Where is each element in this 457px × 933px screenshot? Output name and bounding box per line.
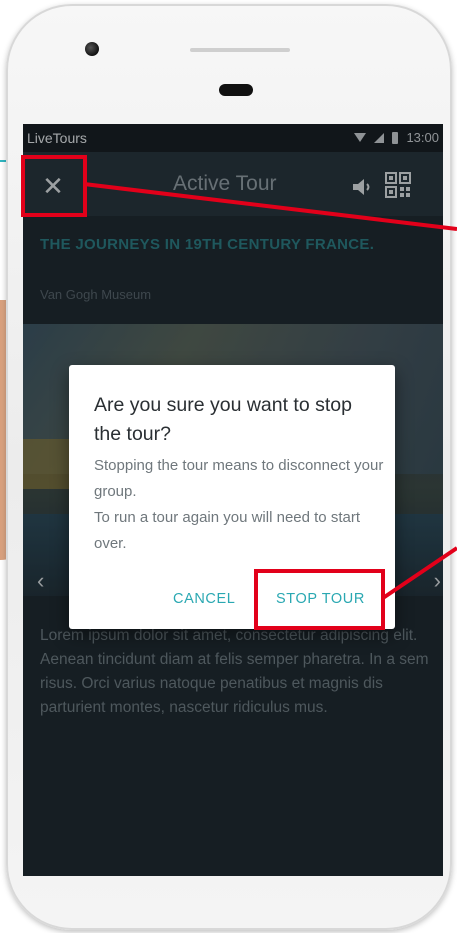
- callout-lines: [83, 182, 457, 600]
- callout-line-stop: [381, 546, 457, 600]
- highlight-close-button: [21, 155, 87, 217]
- highlight-stop-tour-button: [254, 569, 385, 630]
- callout-line-close: [83, 182, 457, 231]
